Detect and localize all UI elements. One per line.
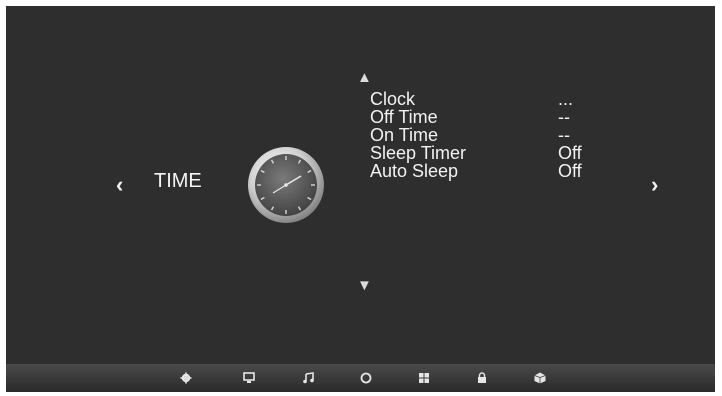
settings-icon[interactable] xyxy=(179,372,193,384)
menu-item-clock[interactable]: Clock ... xyxy=(370,90,600,108)
setup-icon[interactable] xyxy=(533,372,547,384)
clock-icon xyxy=(248,147,324,223)
menu-item-value: ... xyxy=(558,89,574,109)
menu-title: TIME xyxy=(154,170,202,192)
menu-item-sleep-timer[interactable]: Sleep Timer Off xyxy=(370,144,600,162)
menu-item-on-time[interactable]: On Time -- xyxy=(370,126,600,144)
sound-icon[interactable] xyxy=(302,372,316,384)
menu-item-label: Off Time xyxy=(370,107,438,127)
tv-menu-screen: ‹ TIME ▲ Clock ... Off Time -- On Time -… xyxy=(6,6,715,392)
menu-item-off-time[interactable]: Off Time -- xyxy=(370,108,600,126)
menu-item-label: Auto Sleep xyxy=(370,161,459,181)
menu-item-label: On Time xyxy=(370,125,439,145)
menu-category-bar xyxy=(6,364,715,392)
lock-icon[interactable] xyxy=(475,372,489,384)
menu-item-value: Off xyxy=(558,161,582,181)
menu-item-value: Off xyxy=(558,143,582,163)
menu-item-value: -- xyxy=(558,125,570,145)
previous-menu-arrow[interactable]: ‹ xyxy=(116,174,123,196)
next-menu-arrow[interactable]: › xyxy=(651,174,658,196)
time-icon[interactable] xyxy=(359,372,373,384)
scroll-down-arrow[interactable]: ▼ xyxy=(357,278,372,294)
menu-item-auto-sleep[interactable]: Auto Sleep Off xyxy=(370,162,600,180)
channel-icon[interactable] xyxy=(417,372,431,384)
scroll-up-arrow[interactable]: ▲ xyxy=(357,70,372,86)
menu-item-label: Clock xyxy=(370,89,416,109)
picture-icon[interactable] xyxy=(242,372,256,384)
time-settings-list: Clock ... Off Time -- On Time -- Sleep T… xyxy=(370,90,600,180)
menu-item-label: Sleep Timer xyxy=(370,143,467,163)
menu-item-value: -- xyxy=(558,107,570,127)
